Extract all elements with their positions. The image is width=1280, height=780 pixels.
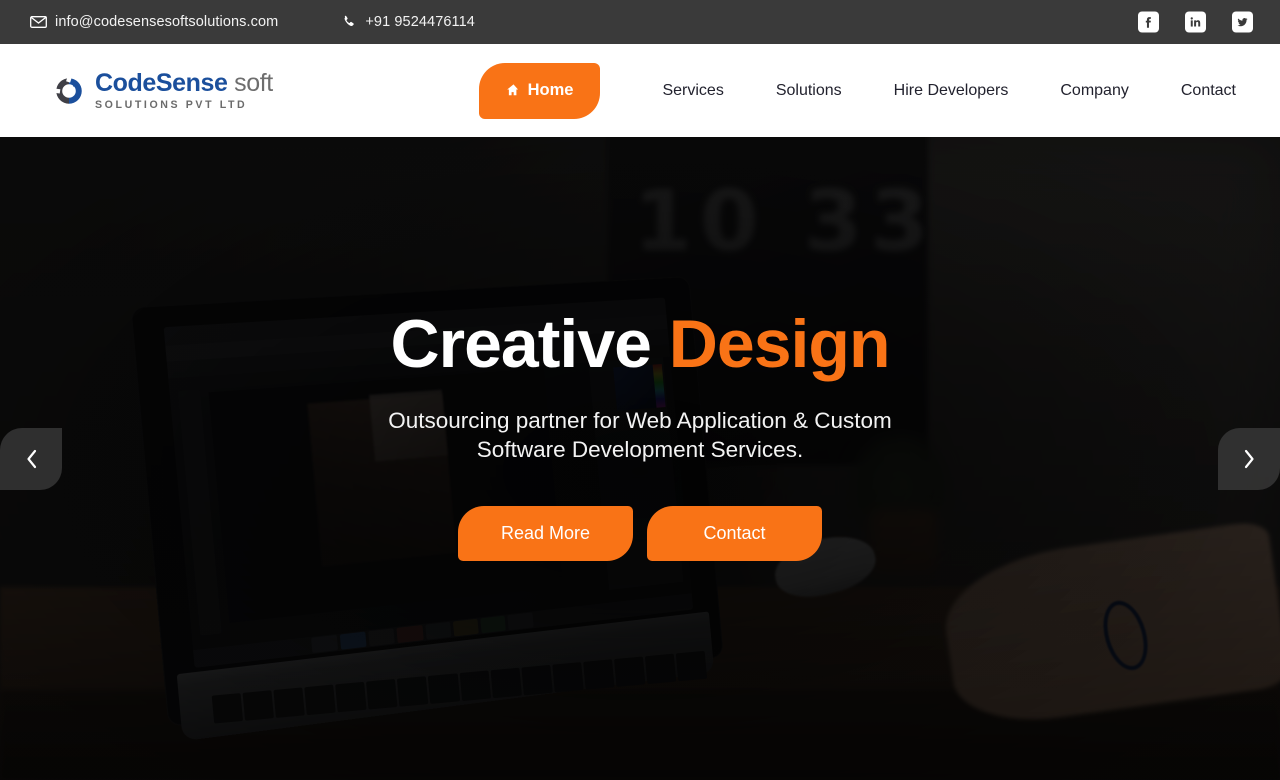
carousel-prev-button[interactable] [0, 427, 62, 490]
phone-contact[interactable]: +91 9524476114 [340, 14, 475, 30]
hero-title-accent: Design [668, 305, 891, 382]
envelope-icon [30, 15, 47, 30]
contact-button[interactable]: Contact [647, 506, 822, 562]
facebook-icon[interactable] [1138, 11, 1159, 33]
top-contact-bar: info@codesensesoftsolutions.com +91 9524… [0, 0, 1280, 44]
hero-title-white: Creative [390, 305, 669, 382]
primary-navigation: Home Services Solutions Hire Developers … [478, 62, 1236, 119]
home-icon [506, 83, 521, 97]
nav-item-hire-developers[interactable]: Hire Developers [894, 82, 1009, 100]
hero-carousel: 10 33 [0, 137, 1280, 780]
nav-item-home[interactable]: Home [478, 62, 601, 119]
phone-icon [340, 15, 357, 30]
nav-item-services[interactable]: Services [662, 82, 723, 100]
nav-item-solutions[interactable]: Solutions [776, 82, 842, 100]
logo-brand-line: CodeSense soft [95, 68, 273, 97]
site-logo[interactable]: CodeSense soft SOLUTIONS PVT LTD [52, 68, 273, 111]
social-links [1138, 11, 1253, 33]
site-header: CodeSense soft SOLUTIONS PVT LTD Home Se… [0, 44, 1280, 137]
chevron-left-icon [24, 448, 39, 470]
hero-subtitle: Outsourcing partner for Web Application … [388, 407, 892, 463]
twitter-icon[interactable] [1232, 11, 1253, 33]
carousel-next-button[interactable] [1218, 427, 1280, 490]
logo-brand-primary: CodeSense [95, 68, 228, 97]
hero-cta-group: Read More Contact [458, 506, 822, 562]
logo-tagline: SOLUTIONS PVT LTD [95, 98, 248, 111]
phone-text: +91 9524476114 [365, 14, 475, 30]
read-more-button[interactable]: Read More [458, 506, 633, 562]
logo-mark-icon [52, 74, 86, 108]
email-text: info@codesensesoftsolutions.com [55, 14, 279, 30]
nav-item-home-label: Home [527, 81, 574, 99]
nav-item-contact[interactable]: Contact [1181, 82, 1236, 100]
nav-item-company[interactable]: Company [1060, 82, 1128, 100]
hero-content: Creative Design Outsourcing partner for … [0, 137, 1280, 780]
linkedin-icon[interactable] [1185, 11, 1206, 33]
email-contact[interactable]: info@codesensesoftsolutions.com [30, 14, 278, 30]
contact-group: info@codesensesoftsolutions.com +91 9524… [30, 14, 475, 30]
chevron-right-icon [1242, 448, 1257, 470]
logo-text: CodeSense soft SOLUTIONS PVT LTD [95, 68, 273, 111]
logo-brand-secondary: soft [227, 68, 273, 97]
hero-title: Creative Design [390, 305, 891, 382]
